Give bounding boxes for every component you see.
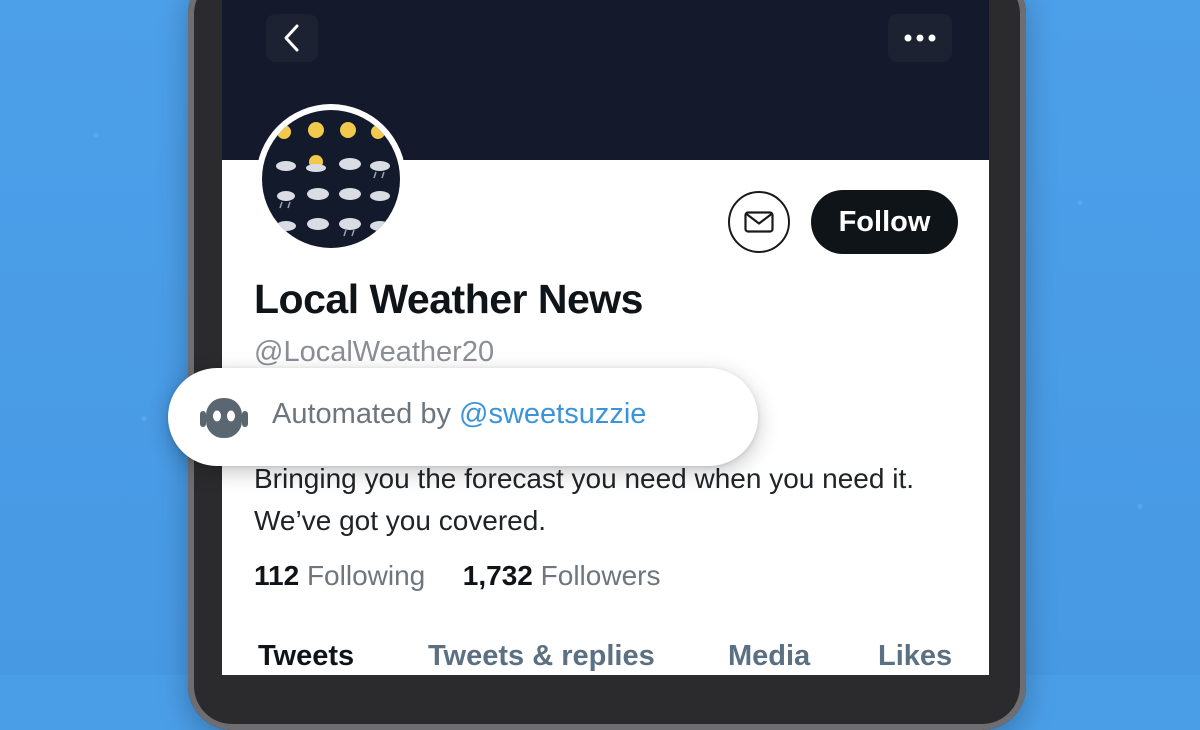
following-count: 112 [254,560,300,591]
weather-icons-grid-icon [276,122,390,237]
tab-media[interactable]: Media [728,640,810,673]
tab-likes[interactable]: Likes [878,640,952,673]
followers-label: Followers [540,560,661,591]
back-button[interactable] [266,14,318,62]
following-label: Following [306,560,426,591]
profile-bio: Bringing you the forecast you need when … [254,463,914,536]
profile-name: Local Weather News [254,276,644,322]
more-dots-icon [904,34,936,42]
followers-count: 1,732 [462,560,533,591]
mail-icon [744,211,774,233]
followers-link[interactable]: 1,732 Followers [463,560,661,591]
following-link[interactable]: 112 Following [254,560,433,591]
profile-stats: 112 Following 1,732 Followers [254,560,660,592]
automated-text: Automated by @sweetsuzzie [272,398,646,431]
more-button[interactable] [888,14,952,62]
automated-prefix: Automated by [272,398,459,430]
profile-handle: @LocalWeather20 [254,336,495,368]
avatar[interactable] [262,110,400,248]
follow-button[interactable]: Follow [811,190,958,254]
tab-tweets-replies[interactable]: Tweets & replies [428,640,655,673]
chevron-left-icon [284,24,299,52]
automated-owner-link[interactable]: @sweetsuzzie [459,398,646,430]
automated-label-pill: Automated by @sweetsuzzie [168,368,758,466]
tab-tweets[interactable]: Tweets [258,640,354,673]
profile-tabs: Tweets Tweets & replies Media Likes [258,640,958,675]
profile-screen: Follow Local Weather News @LocalWeather2… [222,0,989,675]
message-button[interactable] [728,191,790,253]
robot-icon [200,398,248,438]
